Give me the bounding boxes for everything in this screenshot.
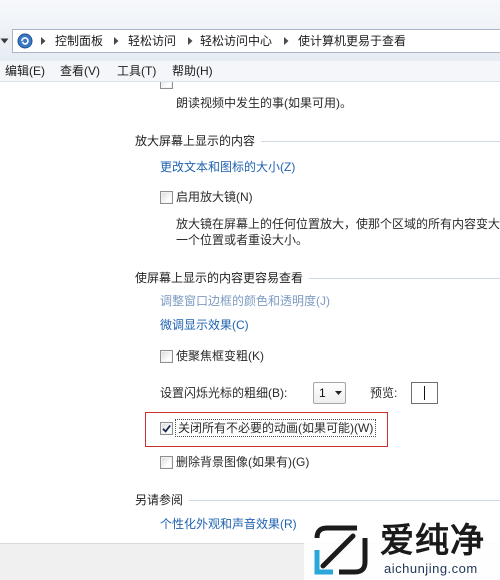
aichunjing-logo-icon <box>314 525 368 575</box>
checkmark-icon <box>162 424 171 433</box>
menu-tools[interactable]: 工具(T) <box>117 64 156 78</box>
menu-bar: 编辑(E) 查看(V) 工具(T) 帮助(H) <box>0 61 500 82</box>
magnifier-checkbox[interactable] <box>160 191 173 204</box>
disable-animations-checkbox[interactable] <box>160 422 173 435</box>
content-pane: 朗读视频中发生的事(如果可用)。 放大屏幕上显示的内容 更改文本和图标的大小(Z… <box>0 82 500 543</box>
audio-description-text: 朗读视频中发生的事(如果可用)。 <box>176 96 352 110</box>
chevron-down-icon <box>335 391 342 395</box>
cursor-preview-label: 预览: <box>370 386 398 400</box>
magnifier-description-line: 一个位置或者重设大小。 <box>176 233 309 247</box>
section-divider <box>261 140 500 142</box>
chevron-right-icon[interactable] <box>283 37 290 45</box>
breadcrumb-item-ease-of-access-center[interactable]: 轻松访问中心 <box>200 34 272 48</box>
address-bar[interactable]: 控制面板 轻松访问 轻松访问中心 使计算机更易于查看 <box>12 29 500 53</box>
section-title: 放大屏幕上显示的内容 <box>135 134 256 148</box>
cursor-thickness-dropdown[interactable]: 1 <box>313 382 346 404</box>
section-title: 使屏幕上显示的内容更容易查看 <box>135 271 304 285</box>
chevron-right-icon[interactable] <box>187 37 194 45</box>
chevron-down-icon[interactable] <box>0 38 9 44</box>
window-frame: 控制面板 轻松访问 轻松访问中心 使计算机更易于查看 <box>0 0 500 61</box>
section-divider <box>309 277 500 279</box>
window: 控制面板 轻松访问 轻松访问中心 使计算机更易于查看 编辑(E) 查看(V) 工… <box>0 0 500 580</box>
change-text-size-link[interactable]: 更改文本和图标的大小(Z) <box>160 160 295 174</box>
section-header-magnify: 放大屏幕上显示的内容 <box>135 134 500 148</box>
cursor-preview-caret <box>424 386 425 400</box>
section-header-see-also: 另请参阅 <box>135 493 500 507</box>
remove-backgrounds-checkbox[interactable] <box>160 456 173 469</box>
chevron-right-icon[interactable] <box>113 37 120 45</box>
thick-focus-label[interactable]: 使聚焦框变粗(K) <box>176 349 264 363</box>
magnifier-label[interactable]: 启用放大镜(N) <box>176 190 253 204</box>
menu-view[interactable]: 查看(V) <box>60 64 100 78</box>
watermark-site-text: aichunjing.com <box>384 561 478 576</box>
ease-of-access-icon[interactable] <box>17 33 33 49</box>
thick-focus-checkbox[interactable] <box>160 350 173 363</box>
display-tuning-link[interactable]: 微调显示效果(C) <box>160 318 249 332</box>
window-border-color-link[interactable]: 调整窗口边框的颜色和透明度(J) <box>160 294 330 308</box>
dropdown-value: 1 <box>319 386 326 400</box>
cursor-preview-box <box>411 382 438 404</box>
audio-description-checkbox[interactable] <box>160 82 173 89</box>
magnifier-description-line: 放大镜在屏幕上的任何位置放大，使那个区域的所有内容变大 <box>176 217 500 231</box>
remove-backgrounds-label[interactable]: 删除背景图像(如果有)(G) <box>176 455 309 469</box>
personalization-link[interactable]: 个性化外观和声音效果(R) <box>160 517 297 531</box>
section-divider <box>189 499 500 501</box>
disable-animations-label[interactable]: 关闭所有不必要的动画(如果可能)(W) <box>175 419 377 437</box>
breadcrumb-item-make-computer-easier-to-see[interactable]: 使计算机更易于查看 <box>298 34 406 48</box>
watermark-brand-text: 爱纯净 <box>380 522 485 560</box>
chevron-right-icon[interactable] <box>40 37 47 45</box>
breadcrumb-item-ease-of-access[interactable]: 轻松访问 <box>128 34 176 48</box>
breadcrumb-item-control-panel[interactable]: 控制面板 <box>55 34 103 48</box>
cursor-thickness-label: 设置闪烁光标的粗细(B): <box>160 386 288 400</box>
menu-edit[interactable]: 编辑(E) <box>5 64 45 78</box>
menu-help[interactable]: 帮助(H) <box>172 64 213 78</box>
section-title: 另请参阅 <box>135 493 184 507</box>
section-header-easier-to-see: 使屏幕上显示的内容更容易查看 <box>135 271 500 285</box>
